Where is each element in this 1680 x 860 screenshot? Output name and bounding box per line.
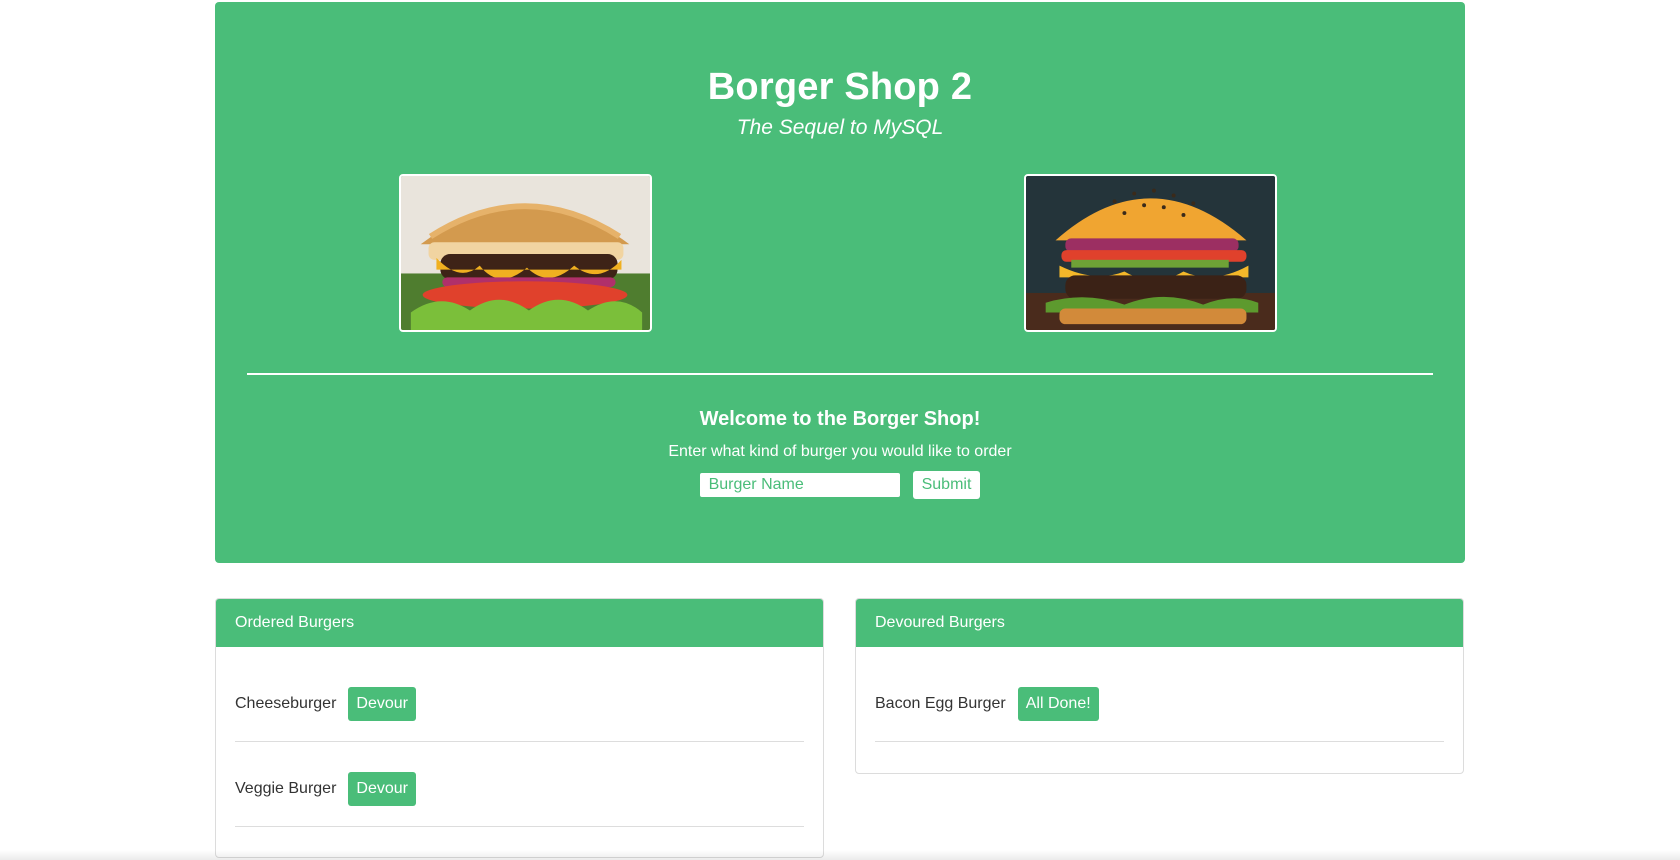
page-container: Borger Shop 2 The Sequel to MySQL Welcom… [215, 2, 1465, 858]
ordered-burgers-card: Ordered Burgers Cheeseburger Devour Vegg… [215, 598, 824, 858]
page-title: Borger Shop 2 [707, 66, 973, 108]
devour-button[interactable]: Devour [348, 772, 416, 806]
hero-divider [247, 373, 1433, 375]
burger-name: Cheeseburger [235, 695, 337, 712]
burger-photo-left [399, 174, 652, 332]
list-item: Cheeseburger Devour [235, 667, 804, 742]
list-item: Veggie Burger Devour [235, 752, 804, 827]
burger-photo-right [1024, 174, 1277, 332]
burger-name: Veggie Burger [235, 780, 337, 797]
devour-button[interactable]: Devour [348, 687, 416, 721]
hero-jumbotron: Borger Shop 2 The Sequel to MySQL Welcom… [215, 2, 1465, 563]
welcome-heading: Welcome to the Borger Shop! [699, 408, 981, 430]
devoured-burgers-list: Bacon Egg Burger All Done! [856, 647, 1463, 742]
submit-button[interactable]: Submit [912, 471, 981, 499]
devoured-burgers-header: Devoured Burgers [856, 599, 1463, 647]
ordered-burgers-header: Ordered Burgers [216, 599, 823, 647]
devoured-burgers-card: Devoured Burgers Bacon Egg Burger All Do… [855, 598, 1464, 774]
all-done-button[interactable]: All Done! [1017, 687, 1099, 721]
order-form: Submit [215, 471, 1465, 499]
burger-name: Bacon Egg Burger [875, 695, 1006, 712]
order-instructions: Enter what kind of burger you would like… [668, 443, 1012, 460]
page-subtitle: The Sequel to MySQL [736, 116, 944, 139]
burger-name-input[interactable] [699, 473, 900, 497]
window-bottom-shadow [0, 850, 1680, 860]
ordered-burgers-list: Cheeseburger Devour Veggie Burger Devour [216, 647, 823, 827]
list-item: Bacon Egg Burger All Done! [875, 667, 1444, 742]
